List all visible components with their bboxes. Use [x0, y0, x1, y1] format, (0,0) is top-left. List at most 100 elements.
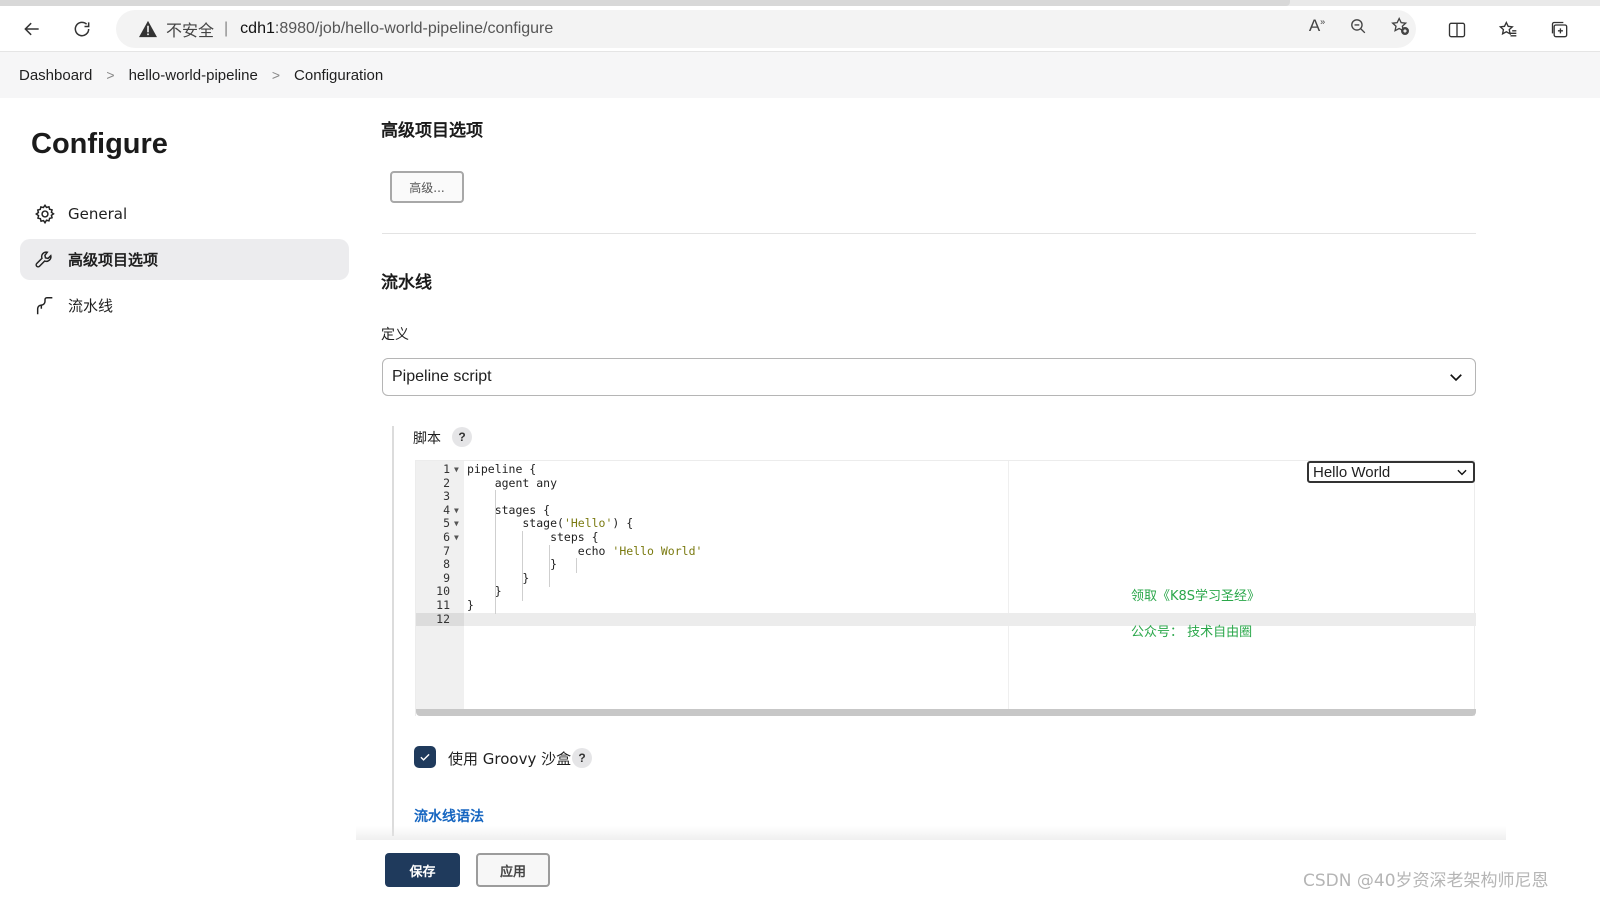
code-text: } [467, 584, 502, 599]
pipeline-syntax-link[interactable]: 流水线语法 [414, 806, 484, 826]
code-line[interactable]: 9 } [416, 570, 1476, 586]
read-aloud-button[interactable]: A» [1303, 12, 1331, 40]
line-number: 8 [443, 557, 450, 572]
code-line[interactable]: 7 echo 'Hello World' [416, 543, 1476, 559]
indent-guide [495, 490, 496, 614]
code-line[interactable]: 6 ▼ steps { [416, 529, 1476, 545]
code-line[interactable]: 3 [416, 490, 1476, 504]
line-number: 11 [436, 597, 450, 612]
line-number: 7 [443, 543, 450, 558]
indent-guide [522, 531, 523, 601]
fold-arrow-icon[interactable]: ▼ [454, 463, 459, 477]
advanced-button[interactable]: 高级... [390, 171, 464, 203]
code-line[interactable]: 10 } [416, 585, 1476, 599]
code-line[interactable]: 5 ▼ stage('Hello') { [416, 517, 1476, 531]
code-text: } [467, 597, 474, 612]
advanced-section-title: 高级项目选项 [381, 121, 483, 141]
line-number: 9 [443, 570, 450, 585]
sandbox-help-button[interactable]: ? [572, 748, 592, 768]
sidebar-item-general[interactable]: General [20, 193, 349, 234]
watermark: CSDN @40岁资深老架构师尼恩 [1303, 871, 1549, 891]
breadcrumb-dashboard[interactable]: Dashboard [19, 67, 92, 84]
code-text: pipeline { [467, 462, 537, 476]
sample-script-select[interactable]: Hello World [1307, 461, 1475, 483]
code-text: echo 'Hello World' [467, 543, 703, 559]
security-label[interactable]: 不安全 [166, 17, 214, 41]
sidebar-item-label: 流水线 [68, 297, 114, 315]
split-screen-button[interactable] [1443, 16, 1471, 44]
code-token: ) { [612, 516, 634, 531]
promo-text-line1: 领取《K8S学习圣经》 [1131, 589, 1261, 604]
address-bar[interactable]: 不安全 | cdh1 :8980/job/hello-world-pipelin… [116, 10, 1416, 48]
save-button[interactable]: 保存 [385, 853, 460, 887]
reload-icon [74, 21, 90, 37]
apply-button[interactable]: 应用 [476, 853, 550, 887]
split-screen-icon [1448, 22, 1466, 38]
nested-section-bar [392, 426, 394, 836]
code-line[interactable]: 11} [416, 597, 1476, 613]
collections-icon [1551, 21, 1568, 38]
definition-label: 定义 [381, 327, 409, 343]
code-line[interactable]: 4 ▼ stages { [416, 503, 1476, 518]
page-title: Configure [31, 128, 168, 160]
read-aloud-icon: A» [1308, 16, 1326, 35]
code-token: echo [467, 543, 613, 558]
address-separator: | [224, 20, 229, 37]
url-host: cdh1 [240, 20, 275, 37]
script-label: 脚本 [413, 431, 441, 447]
promo-text-line2: 公众号： 技术自由圈 [1131, 625, 1253, 640]
sidebar-item-advanced[interactable]: 高级项目选项 [20, 239, 349, 280]
script-editor[interactable]: 1 ▼ pipeline {2 agent any 3 4 ▼ stages {5 ▼ st… [415, 460, 1476, 716]
warning-icon [139, 20, 157, 38]
fold-arrow-icon[interactable]: ▼ [454, 504, 459, 518]
indent-guide [576, 558, 577, 573]
definition-value: Pipeline script [392, 368, 492, 385]
favorites-button[interactable] [1494, 16, 1522, 44]
code-text: agent any [467, 475, 558, 490]
wrench-icon [34, 249, 56, 271]
editor-scrollbar[interactable] [416, 709, 1476, 716]
chevron-down-icon [1447, 368, 1465, 386]
chevron-down-icon [1455, 465, 1469, 479]
code-line[interactable]: 12 [416, 612, 1476, 627]
definition-select[interactable]: Pipeline script [382, 358, 1476, 396]
breadcrumb-job[interactable]: hello-world-pipeline [129, 67, 258, 84]
pipeline-section-title: 流水线 [381, 273, 432, 293]
code-string: 'Hello World' [612, 543, 703, 558]
section-divider [382, 233, 1476, 234]
fold-arrow-icon[interactable]: ▼ [454, 517, 459, 531]
breadcrumb: Dashboard > hello-world-pipeline > Confi… [0, 52, 1600, 98]
code-line[interactable]: 8 } [416, 558, 1476, 572]
breadcrumb-separator: > [106, 67, 115, 83]
code-string: 'Hello' [563, 516, 613, 531]
zoom-out-icon [1350, 18, 1365, 33]
add-favorite-button[interactable] [1386, 12, 1414, 40]
back-button[interactable] [16, 13, 48, 45]
code-text: } [467, 570, 530, 585]
code-lines[interactable]: 1 ▼ pipeline {2 agent any 3 4 ▼ stages {5 ▼ st… [416, 462, 1476, 627]
sample-script-value: Hello World [1313, 463, 1391, 481]
browser-toolbar: 不安全 | cdh1 :8980/job/hello-world-pipelin… [0, 6, 1600, 52]
line-number: 12 [416, 612, 464, 627]
code-text: steps { [467, 529, 599, 544]
code-text: } [467, 557, 558, 572]
sidebar-item-pipeline[interactable]: 流水线 [20, 285, 349, 326]
url-path: :8980/job/hello-world-pipeline/configure [274, 20, 554, 37]
sidebar-item-label: General [68, 204, 128, 223]
sidebar-item-label: 高级项目选项 [68, 251, 159, 269]
line-number: 2 [443, 475, 450, 490]
reload-button[interactable] [66, 13, 98, 45]
gear-icon [34, 203, 56, 225]
zoom-button[interactable] [1344, 12, 1372, 40]
groovy-sandbox-checkbox[interactable] [414, 746, 436, 768]
indent-guide [549, 545, 550, 587]
fold-arrow-icon[interactable]: ▼ [454, 531, 459, 545]
line-number: 10 [436, 584, 450, 599]
collections-button[interactable] [1546, 16, 1574, 44]
line-number: 3 [443, 489, 450, 504]
breadcrumb-configuration[interactable]: Configuration [294, 67, 383, 84]
groovy-sandbox-label[interactable]: 使用 Groovy 沙盒 [448, 748, 571, 769]
script-help-button[interactable]: ? [452, 427, 472, 447]
star-add-icon [1391, 16, 1409, 35]
favorites-icon [1498, 20, 1517, 37]
